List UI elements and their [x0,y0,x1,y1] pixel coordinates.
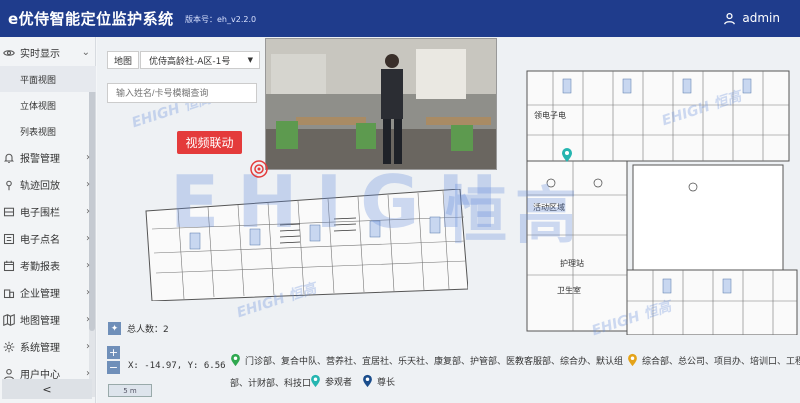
watermark: 恒高 [445,179,586,252]
chevron-right-icon: › [86,287,90,298]
map-pin-icon [231,353,240,367]
sidebar-sub-3d[interactable]: 立体视图 [0,92,96,118]
sidebar-item-map[interactable]: 地图管理 › [0,306,96,333]
total-count-label: 总人数：2 [127,325,169,335]
collapse-sidebar-button[interactable]: < [2,379,92,399]
camera-image [266,39,496,169]
map-pin-icon [363,374,372,388]
room-label: 护理站 [560,259,584,268]
chevron-right-icon: › [86,152,90,163]
legend-item: 综合部、总公司、项目办、培训口、工程 [627,353,800,367]
gear-icon [3,341,15,352]
sidebar-item-label: 系统管理 [20,343,60,354]
chevron-right-icon: › [86,206,90,217]
room-label: 卫生室 [557,286,581,295]
sidebar-item-rollcall[interactable]: 电子点名 › [0,225,96,252]
target-marker-icon[interactable] [249,159,269,179]
sidebar-item-label: 考勤报表 [20,262,60,273]
chevron-right-icon: › [86,314,90,325]
person-marker[interactable] [561,147,573,163]
sidebar-item-track[interactable]: 轨迹回放 › [0,171,96,198]
sidebar-sub-plan[interactable]: 平面视图 [0,66,96,92]
people-icon: ✦ [108,322,121,335]
sidebar-item-label: 企业管理 [20,289,60,300]
legend-item: 尊长 [362,374,395,388]
sidebar-sub-list[interactable]: 列表视图 [0,118,96,144]
legend-label: 综合部、总公司、项目办、培训口、工程 [642,356,800,367]
chevron-down-icon: ⌄ [81,47,90,58]
rollcall-icon [3,233,15,244]
total-count: ✦ 总人数：2 [108,322,169,335]
sidebar-item-attendance[interactable]: 考勤报表 › [0,252,96,279]
legend-label: 门诊部、复合中队、营养社、宜居社、乐天社、康复部、护管部、医教客服部、综合办、默… [245,356,624,367]
legend-label: 尊长 [377,377,396,388]
app-title: e优侍智能定位监护系统 [8,10,174,28]
search-input[interactable] [107,83,257,103]
sidebar-item-label: 报警管理 [20,154,60,165]
caret-down-icon: ▼ [247,56,253,64]
sidebar-item-label: 电子围栏 [20,208,60,219]
map-pin-icon [311,374,320,388]
legend-label: 部、计财部、科技口 [230,379,312,389]
chevron-right-icon: › [86,341,90,352]
scale-bar: 5 m [108,384,152,397]
zoom-in-button[interactable]: + [107,346,120,359]
video-link-button[interactable]: 视频联动 [177,131,242,154]
sidebar-item-alarm[interactable]: 报警管理 › [0,144,96,171]
sidebar-item-fence[interactable]: 电子围栏 › [0,198,96,225]
map-pin-icon [628,353,637,367]
coordinate-readout: X: -14.97, Y: 6.56 [128,361,226,371]
sidebar-item-system[interactable]: 系统管理 › [0,333,96,360]
chevron-right-icon: › [86,260,90,271]
zoom-out-button[interactable]: − [107,361,120,374]
video-feed[interactable] [265,38,497,170]
legend-item: 门诊部、复合中队、营养社、宜居社、乐天社、康复部、护管部、医教客服部、综合办、默… [230,353,623,367]
version-label: 版本号：eh_v2.2.0 [185,15,257,24]
chevron-right-icon: › [86,233,90,244]
sidebar-item-realtime[interactable]: 实时显示 ⌄ [0,39,96,66]
sidebar-item-label: 实时显示 [20,49,60,60]
legend-label: 参观者 [325,377,353,388]
sidebar-item-label: 电子点名 [20,235,60,246]
bell-icon [3,153,15,163]
user-menu[interactable]: admin [723,11,780,25]
sidebar: 实时显示 ⌄ 平面视图 立体视图 列表视图 报警管理 › 轨迹回放 › 电子围栏… [0,37,96,403]
user-icon [724,12,736,25]
username: admin [742,11,780,25]
app-header: e优侍智能定位监护系统 版本号：eh_v2.2.0 admin [0,0,800,37]
map-select-value: 优侍高龄社-A区-1号 [149,56,231,67]
chevron-right-icon: › [86,368,90,379]
legend-item: 部、计财部、科技口 [230,376,311,389]
map-label: 地图 [107,51,139,69]
sidebar-item-company[interactable]: 企业管理 › [0,279,96,306]
map-icon [3,313,15,326]
chevron-right-icon: › [86,179,90,190]
track-icon [6,180,12,190]
company-icon [3,288,15,298]
user-icon [3,368,15,380]
room-label: 领电子电 [534,111,566,120]
fence-icon [3,207,15,216]
map-select[interactable]: 优侍高龄社-A区-1号 ▼ [140,51,260,69]
eye-icon [3,49,15,56]
sidebar-item-label: 地图管理 [20,316,60,327]
legend-item: 参观者 [310,374,352,388]
calendar-icon [3,260,15,271]
sidebar-item-label: 轨迹回放 [20,181,60,192]
